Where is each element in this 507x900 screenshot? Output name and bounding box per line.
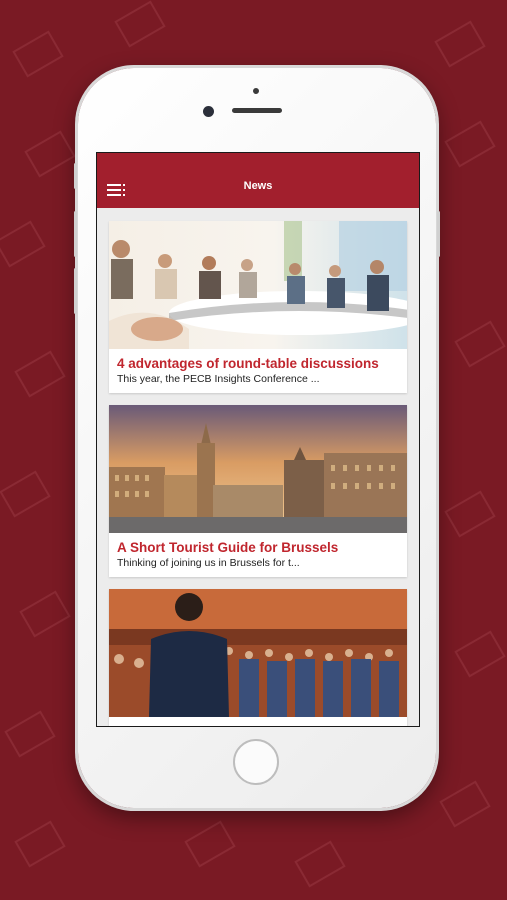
article-title[interactable]: A Short Tourist Guide for Brussels <box>109 533 407 555</box>
phone-sensor <box>253 88 259 94</box>
news-card[interactable] <box>109 589 407 726</box>
app-navbar: News <box>97 153 419 208</box>
page-title: News <box>243 180 273 192</box>
conference-speaker-image <box>109 589 407 717</box>
phone-speaker <box>232 108 282 113</box>
brussels-grand-place-image <box>109 405 407 533</box>
app-screen: News 4 advantages of round-table discuss… <box>96 152 420 727</box>
news-card[interactable]: A Short Tourist Guide for Brussels Think… <box>109 405 407 577</box>
article-excerpt <box>109 724 407 726</box>
phone-power-button <box>437 211 440 257</box>
phone-frame: News 4 advantages of round-table discuss… <box>74 68 440 808</box>
phone-volume-up-button <box>74 211 77 257</box>
phone-camera <box>203 106 214 117</box>
phone-silent-switch <box>74 163 77 189</box>
news-card[interactable]: 4 advantages of round-table discussions … <box>109 221 407 393</box>
phone-home-button[interactable] <box>233 739 279 785</box>
article-title[interactable] <box>109 717 407 724</box>
news-feed: 4 advantages of round-table discussions … <box>109 221 407 726</box>
article-excerpt: Thinking of joining us in Brussels for t… <box>117 557 300 569</box>
article-excerpt: This year, the PECB Insights Conference … <box>117 373 320 385</box>
roundtable-meeting-image <box>109 221 407 349</box>
phone-volume-down-button <box>74 268 77 314</box>
article-title[interactable]: 4 advantages of round-table discussions <box>109 349 407 371</box>
